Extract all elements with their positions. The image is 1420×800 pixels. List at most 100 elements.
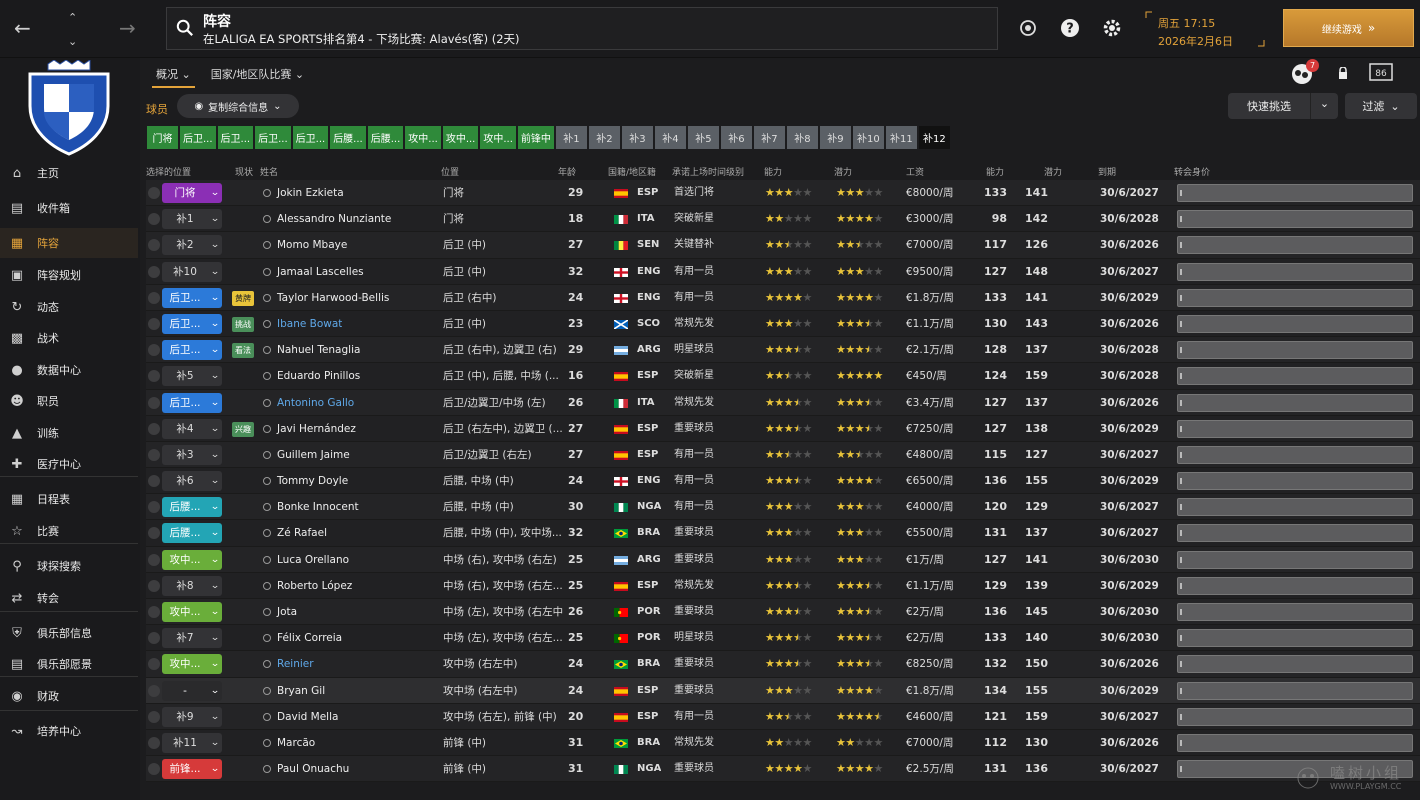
position-chip[interactable]: 补1 — [555, 126, 587, 149]
player-name[interactable]: Eduardo Pinillos — [263, 363, 360, 389]
player-name[interactable]: Tommy Doyle — [263, 468, 348, 494]
column-header[interactable]: 转会身价 — [1174, 165, 1210, 178]
player-row[interactable]: 攻中... ⌄ Jota 中场 (左), 攻中场 (右左中) 26 POR 重要球员 ★★★★… — [146, 599, 1420, 626]
row-select-checkbox[interactable] — [148, 344, 160, 357]
column-header[interactable]: 能力 — [764, 165, 782, 178]
sidebar-item-7[interactable]: ☻ 职员 — [0, 386, 138, 416]
position-chip[interactable]: 前锋中 — [517, 126, 554, 149]
player-name[interactable]: Roberto López — [263, 573, 352, 599]
player-name[interactable]: Bryan Gil — [263, 678, 325, 704]
selected-position-dropdown[interactable]: 补10 ⌄ — [162, 261, 222, 282]
column-header[interactable]: 国籍/地区籍 — [608, 165, 656, 178]
help-icon[interactable]: ? — [1060, 18, 1080, 38]
sidebar-item-3[interactable]: ▣ 阵容规划 — [0, 260, 138, 290]
position-chip[interactable]: 补12 — [918, 126, 950, 149]
row-select-checkbox[interactable] — [148, 501, 160, 514]
sidebar-item-14[interactable]: ⛨ 俱乐部信息 — [0, 618, 138, 648]
sidebar-item-6[interactable]: ● 数据中心 — [0, 355, 138, 385]
player-row[interactable]: 补1 ⌄ Alessandro Nunziante 门将 18 ITA 突破新星 ★★★★★ ★… — [146, 206, 1420, 233]
lock-icon[interactable] — [1338, 66, 1348, 79]
up-arrow-icon[interactable]: ⌃ — [68, 8, 77, 28]
column-header[interactable]: 潜力 — [834, 165, 852, 178]
position-chip[interactable]: 攻中... — [480, 126, 516, 149]
player-row[interactable]: 后卫... ⌄ Antonino Gallo 后卫/边翼卫/中场 (左) 26 ITA 常规… — [146, 389, 1420, 416]
sidebar-item-13[interactable]: ⇄ 转会 — [0, 583, 138, 613]
row-select-checkbox[interactable] — [148, 606, 160, 618]
sidebar-item-12[interactable]: ⚲ 球探搜索 — [0, 551, 138, 581]
player-name[interactable]: Momo Mbaye — [263, 232, 347, 258]
selected-position-dropdown[interactable]: 攻中... ⌄ — [162, 602, 222, 622]
player-name[interactable]: Taylor Harwood-Bellis — [263, 285, 389, 311]
position-chip[interactable]: 后卫... — [255, 126, 291, 149]
sidebar-item-2[interactable]: ▦ 阵容 — [0, 228, 138, 258]
forward-button[interactable]: → — [119, 18, 136, 38]
column-header[interactable]: 能力 — [986, 165, 1004, 178]
column-header[interactable]: 位置 — [441, 165, 459, 178]
position-chip[interactable]: 补3 — [621, 126, 653, 149]
player-row[interactable]: 补11 ⌄ Marcão 前锋 (中) 31 BRA 常规先发 ★★★★★ ★★★★★ €7000… — [146, 729, 1420, 757]
selected-position-dropdown[interactable]: 补9 ⌄ — [162, 706, 222, 727]
position-chip[interactable]: 攻中... — [442, 126, 479, 149]
position-chip[interactable]: 补10 — [852, 126, 884, 149]
position-chip[interactable]: 补4 — [654, 126, 686, 149]
selected-position-dropdown[interactable]: 攻中... ⌄ — [162, 654, 222, 675]
player-name[interactable]: Zé Rafael — [263, 520, 327, 546]
column-header[interactable]: 姓名 — [260, 165, 278, 178]
search-box[interactable]: 阵容 在LALIGA EA SPORTS排名第4 - 下场比赛: Alavés(… — [166, 7, 998, 50]
quick-pick-button[interactable]: 快速挑选 ⌄ — [1228, 93, 1338, 119]
selected-position-dropdown[interactable]: 补8 ⌄ — [162, 575, 222, 596]
selected-position-dropdown[interactable]: 后卫... ⌄ — [162, 340, 222, 361]
position-chip[interactable]: 后腰... — [367, 126, 404, 149]
down-arrow-icon[interactable]: ⌄ — [68, 32, 77, 52]
player-name[interactable]: Javi Hernández — [263, 416, 356, 442]
player-row[interactable]: 补7 ⌄ Félix Correia 中场 (左), 攻中场 (右左... 25 POR 明… — [146, 625, 1420, 652]
notifications-icon[interactable]: 7 — [1290, 59, 1319, 85]
selected-position-dropdown[interactable]: 补1 ⌄ — [162, 209, 222, 230]
player-name[interactable]: Reinier — [263, 651, 314, 677]
row-select-checkbox[interactable] — [148, 370, 160, 383]
globe-ball-icon[interactable] — [1018, 18, 1038, 38]
position-chip[interactable]: 补8 — [786, 126, 818, 149]
column-header[interactable]: 年龄 — [558, 165, 576, 178]
row-select-checkbox[interactable] — [148, 239, 160, 252]
position-chip[interactable]: 后腰... — [330, 126, 366, 149]
player-name[interactable]: Ibane Bowat — [263, 311, 342, 337]
selected-position-dropdown[interactable]: 补11 ⌄ — [162, 732, 222, 753]
selected-position-dropdown[interactable]: 前锋... ⌄ — [162, 759, 222, 780]
continue-button[interactable]: 继续游戏 » — [1283, 9, 1414, 47]
player-name[interactable]: Nahuel Tenaglia — [263, 337, 360, 363]
player-name[interactable]: Marcão — [263, 730, 315, 756]
selected-position-dropdown[interactable]: 攻中... ⌄ — [162, 549, 222, 570]
player-row[interactable]: 补4 ⌄ 兴趣 Javi Hernández 后卫 (右左中), 边翼卫 (... 27 E… — [146, 415, 1420, 442]
row-select-checkbox[interactable] — [148, 187, 160, 199]
sidebar-item-1[interactable]: ▤ 收件箱 — [0, 193, 138, 223]
selected-position-dropdown[interactable]: 补4 ⌄ — [162, 418, 222, 439]
player-name[interactable]: Jamaal Lascelles — [263, 259, 364, 285]
position-chip[interactable]: 攻中... — [405, 126, 441, 149]
row-select-checkbox[interactable] — [148, 422, 160, 435]
player-name[interactable]: Guillem Jaime — [263, 442, 350, 468]
row-select-checkbox[interactable] — [148, 265, 160, 278]
row-select-checkbox[interactable] — [148, 579, 160, 592]
row-select-checkbox[interactable] — [148, 448, 160, 461]
back-button[interactable]: ← — [14, 18, 31, 38]
sidebar-item-17[interactable]: ↝ 培养中心 — [0, 716, 138, 746]
player-name[interactable]: Jota — [263, 599, 297, 625]
player-name[interactable]: David Mella — [263, 704, 338, 730]
gear-icon[interactable] — [1102, 18, 1122, 38]
chevron-down-icon[interactable]: ⌄ — [1310, 93, 1338, 119]
player-row[interactable]: 后卫... ⌄ 挑战 Ibane Bowat 后卫 (中) 23 SCO 常规先发 ★★★★★ ★… — [146, 310, 1420, 338]
selected-position-dropdown[interactable]: 补7 ⌄ — [162, 628, 222, 649]
player-row[interactable]: 补2 ⌄ Momo Mbaye 后卫 (中) 27 SEN 关键替补 ★★★★★ ★★★★★ €7… — [146, 232, 1420, 259]
position-chip[interactable]: 补5 — [687, 126, 719, 149]
row-select-checkbox[interactable] — [148, 553, 160, 566]
sidebar-item-15[interactable]: ▤ 俱乐部愿景 — [0, 649, 138, 679]
player-row[interactable]: 补9 ⌄ David Mella 攻中场 (右左), 前锋 (中) 20 ESP 有用一员 ★… — [146, 703, 1420, 730]
row-select-checkbox[interactable] — [148, 291, 160, 304]
position-chip[interactable]: 补9 — [819, 126, 851, 149]
player-row[interactable]: 补8 ⌄ Roberto López 中场 (右), 攻中场 (右左... 25 ESP 常… — [146, 572, 1420, 599]
player-name[interactable]: Paul Onuachu — [263, 756, 349, 782]
player-row[interactable]: 攻中... ⌄ Reinier 攻中场 (右左中) 24 BRA 重要球员 ★★★★★ ★★★★… — [146, 651, 1420, 678]
selected-position-dropdown[interactable]: 补5 ⌄ — [162, 366, 222, 387]
position-chip[interactable]: 后卫... — [292, 126, 329, 149]
